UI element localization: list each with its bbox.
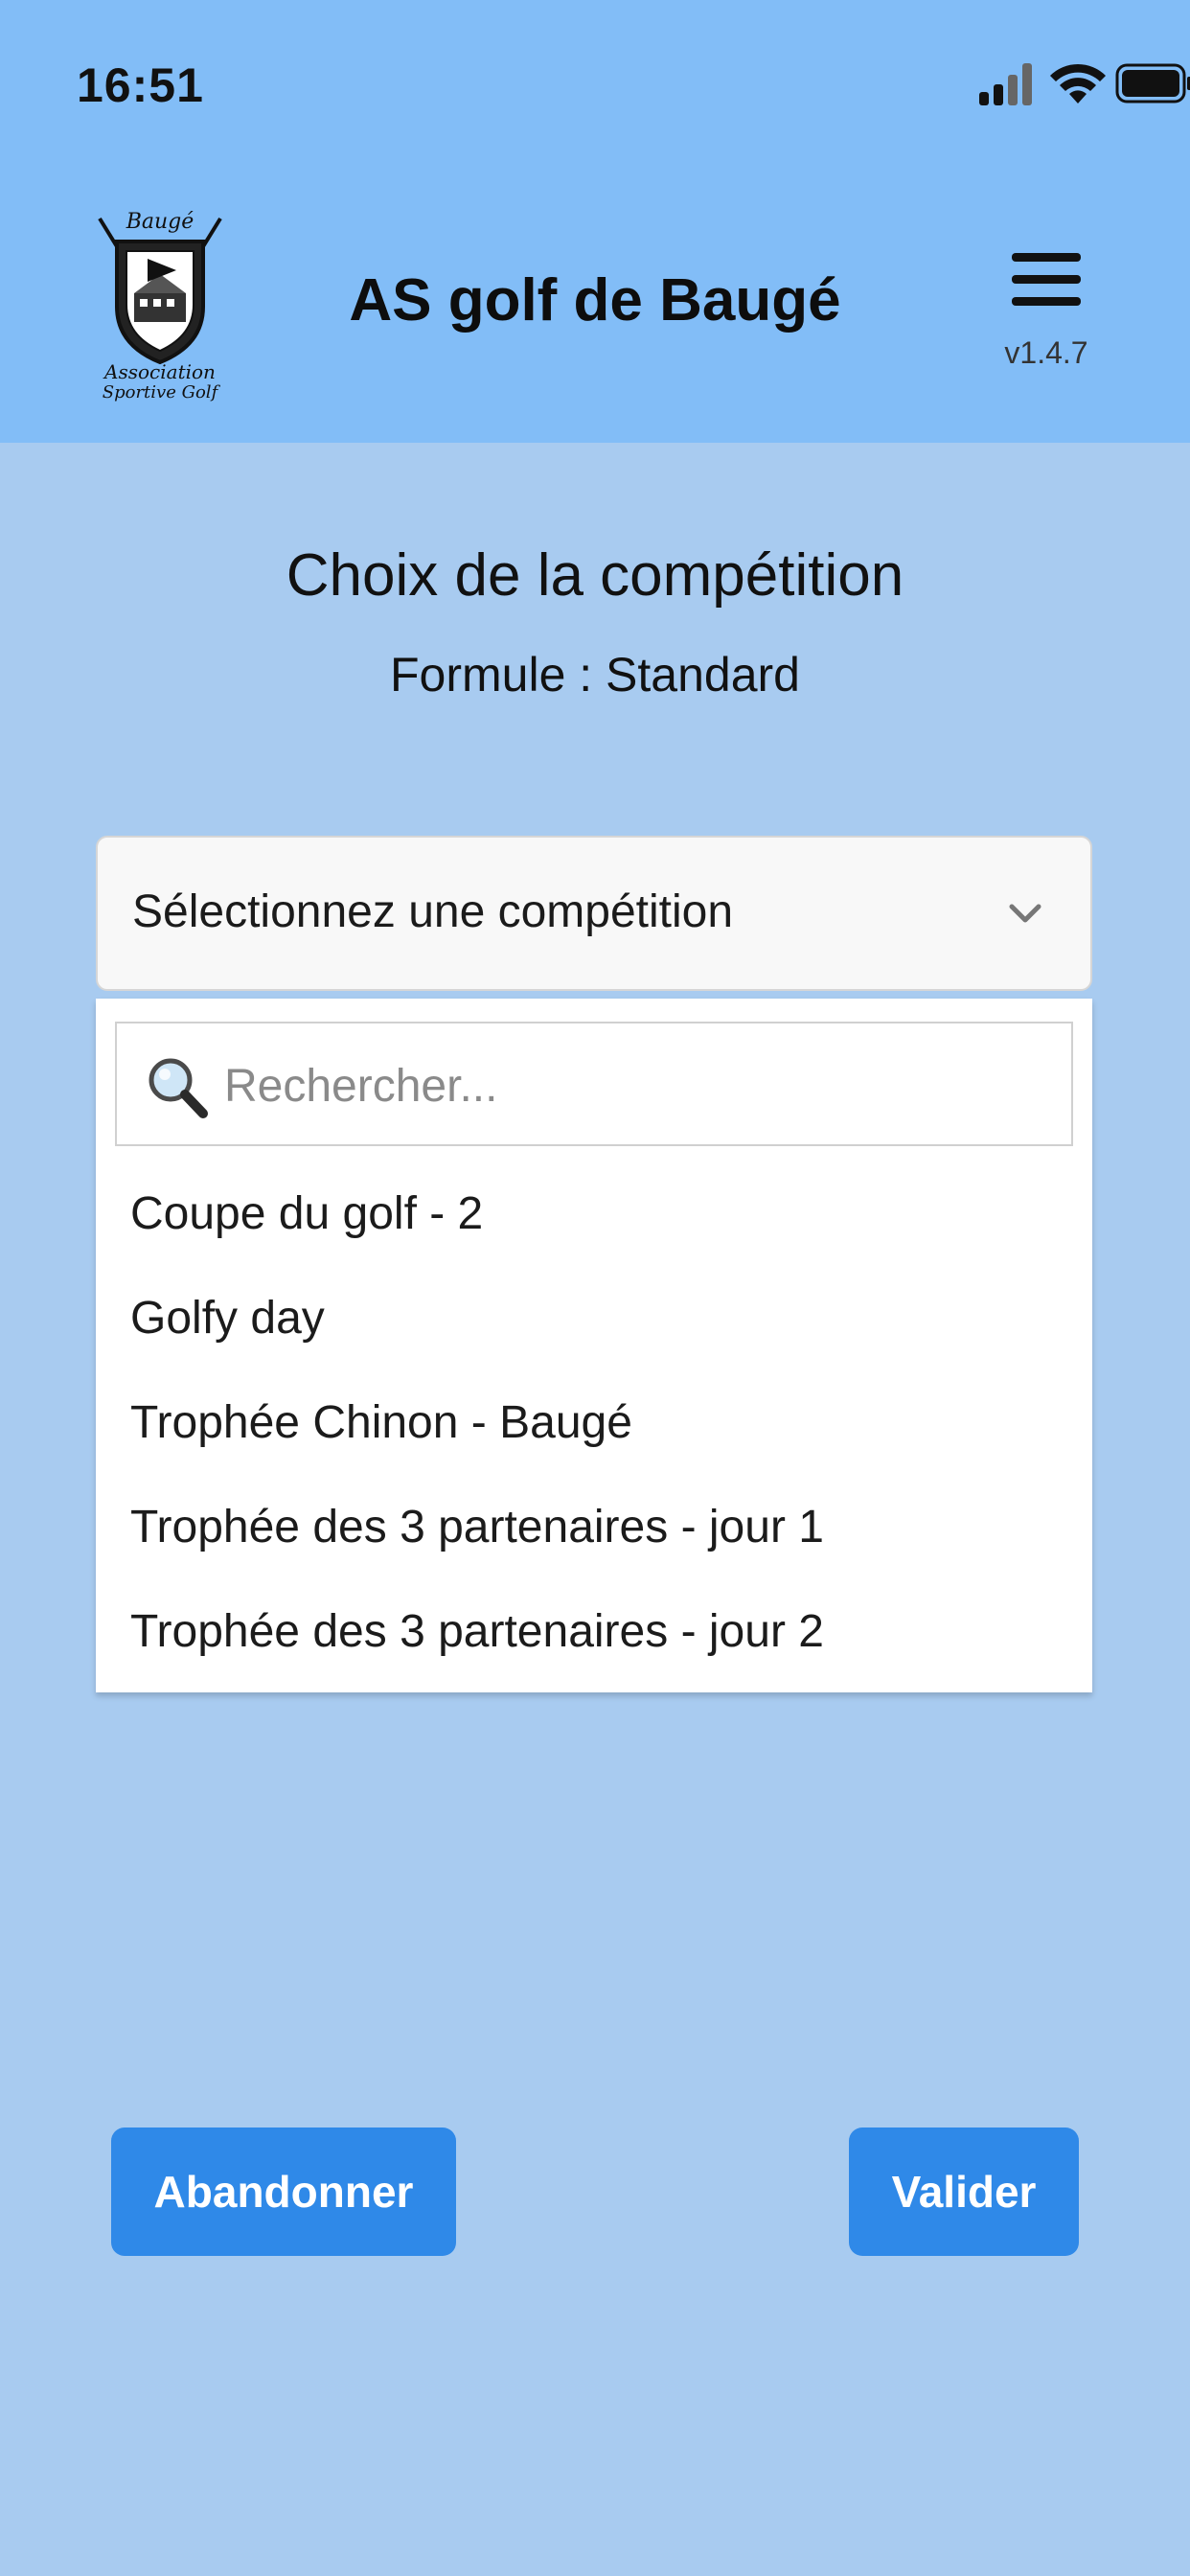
battery-icon [1115, 63, 1190, 104]
chevron-down-icon [1009, 904, 1041, 923]
signal-icon [979, 63, 1032, 105]
status-time: 16:51 [77, 58, 204, 112]
status-bar: 16:51 [0, 0, 1190, 172]
logo-text-bottom-2: Sportive Golf [103, 382, 221, 402]
search-box [115, 1022, 1073, 1146]
wifi-icon [1050, 63, 1106, 104]
logo-text-bottom-1: Association [103, 360, 216, 383]
competition-dropdown: Coupe du golf - 2 Golfy day Trophée Chin… [96, 999, 1092, 1692]
page-title: Choix de la compétition [286, 542, 904, 609]
option-item[interactable]: Coupe du golf - 2 [96, 1162, 1092, 1266]
competition-select-value: Sélectionnez une compétition [132, 886, 734, 937]
option-list: Coupe du golf - 2 Golfy day Trophée Chin… [96, 1162, 1092, 1684]
option-item[interactable]: Golfy day [96, 1266, 1092, 1370]
validate-button[interactable]: Valider [849, 2128, 1079, 2256]
formula-label: Formule : Standard [390, 648, 800, 702]
option-item[interactable]: Trophée Chinon - Baugé [96, 1370, 1092, 1475]
search-input[interactable] [224, 1054, 1048, 1117]
option-item[interactable]: Trophée des 3 partenaires - jour 2 [96, 1579, 1092, 1684]
logo-text-top: Baugé [126, 210, 195, 234]
app-header: 16:51 Baugé Association Sportive Golf AS… [0, 0, 1190, 443]
search-icon [149, 1058, 208, 1118]
competition-select[interactable]: Sélectionnez une compétition [96, 836, 1092, 991]
abandon-button[interactable]: Abandonner [111, 2128, 456, 2256]
version-label: v1.4.7 [1004, 335, 1088, 370]
option-item[interactable]: Trophée des 3 partenaires - jour 1 [96, 1475, 1092, 1579]
hamburger-menu-icon[interactable] [1008, 251, 1085, 309]
